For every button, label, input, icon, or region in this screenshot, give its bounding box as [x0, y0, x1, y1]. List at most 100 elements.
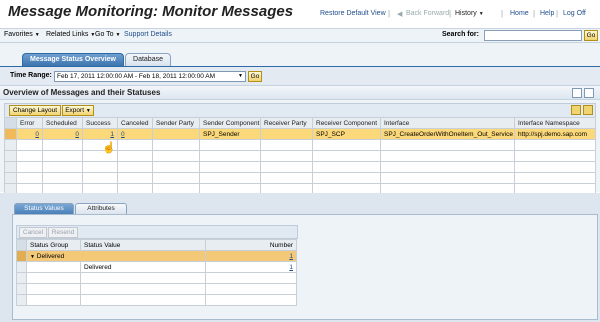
log-off-link[interactable]: Log Off: [563, 10, 586, 17]
row-selector[interactable]: [16, 250, 27, 262]
row-selector[interactable]: [4, 139, 17, 151]
favorites-menu[interactable]: Favorites ▼: [4, 31, 40, 38]
change-layout-button[interactable]: Change Layout: [9, 105, 61, 116]
column-header-interface[interactable]: Interface: [380, 117, 515, 129]
back-forward-link: Back Forward: [406, 10, 450, 17]
canceled-count-link[interactable]: 0: [121, 131, 125, 138]
column-header-receiver-component[interactable]: Receiver Component: [312, 117, 381, 129]
column-header-sender-party[interactable]: Sender Party: [152, 117, 200, 129]
header-separator: |: [388, 9, 391, 18]
table-row[interactable]: ▼ Delivered 1: [16, 250, 297, 262]
select-all-icon[interactable]: [16, 239, 27, 251]
row-selector[interactable]: [16, 272, 27, 284]
status-values-table: Status Group Status Value Number ▼ Deliv…: [16, 239, 297, 306]
table-row: [4, 172, 596, 184]
back-icon[interactable]: ◀: [397, 10, 402, 18]
success-count-link[interactable]: 1: [110, 131, 114, 138]
related-links-label: Related Links: [46, 31, 89, 38]
sender-component-cell: SPJ_Sender: [199, 128, 261, 140]
chevron-down-icon: ▼: [478, 11, 484, 17]
list-view-icon[interactable]: [572, 88, 582, 98]
row-selector[interactable]: [16, 294, 27, 306]
time-range-value: Feb 17, 2011 12:00:00 AM - Feb 18, 2011 …: [57, 73, 216, 80]
table-header-row: Error Scheduled Success Canceled Sender …: [4, 117, 596, 129]
search-input[interactable]: [484, 30, 582, 41]
home-link[interactable]: Home: [510, 10, 529, 17]
header-separator: |: [501, 9, 504, 18]
table-row: [4, 161, 596, 173]
row-selector[interactable]: [4, 128, 17, 140]
column-header-canceled[interactable]: Canceled: [117, 117, 153, 129]
row-selector[interactable]: [4, 150, 17, 162]
time-range-go-button[interactable]: Go: [248, 71, 262, 82]
related-links-menu[interactable]: Related Links ▼: [46, 31, 95, 38]
table-row[interactable]: 0 0 1 0 SPJ_Sender SPJ_SCP SPJ_CreateOrd…: [4, 128, 596, 140]
column-header-error[interactable]: Error: [16, 117, 43, 129]
chevron-down-icon: ▼: [34, 32, 40, 38]
row-selector[interactable]: [4, 172, 17, 184]
receiver-component-cell: SPJ_SCP: [312, 128, 381, 140]
error-count-cell: 0: [16, 128, 43, 140]
settings-icon[interactable]: [583, 105, 593, 115]
overview-title: Overview of Messages and their Statuses: [3, 88, 161, 97]
number-link[interactable]: 1: [289, 264, 293, 271]
page-title: Message Monitoring: Monitor Messages: [8, 3, 294, 20]
time-range-select[interactable]: Feb 17, 2011 12:00:00 AM - Feb 18, 2011 …: [54, 71, 246, 82]
favorites-label: Favorites: [4, 31, 33, 38]
column-header-success[interactable]: Success: [82, 117, 118, 129]
help-link[interactable]: Help: [540, 10, 554, 17]
cancel-button[interactable]: Cancel: [19, 227, 47, 238]
chevron-down-icon: ▼: [115, 32, 121, 38]
table-row: [16, 272, 297, 284]
expand-triangle-icon[interactable]: ▼: [30, 254, 35, 260]
status-group-cell: ▼ Delivered: [26, 250, 206, 262]
restore-default-view-link[interactable]: Restore Default View: [320, 10, 386, 17]
error-count-link[interactable]: 0: [35, 131, 39, 138]
column-header-interface-namespace[interactable]: Interface Namespace: [514, 117, 596, 129]
tab-attributes[interactable]: Attributes: [75, 203, 127, 214]
interface-cell: SPJ_CreateOrderWithOneItem_Out_Service: [380, 128, 515, 140]
header-separator: |: [556, 9, 559, 18]
select-all-icon[interactable]: [4, 117, 17, 129]
table-row[interactable]: Delivered 1: [16, 261, 297, 273]
chevron-down-icon: ▼: [238, 73, 243, 79]
go-to-label: Go To: [95, 31, 114, 38]
header-separator: |: [449, 9, 452, 18]
column-header-sender-component[interactable]: Sender Component: [199, 117, 261, 129]
column-header-scheduled[interactable]: Scheduled: [42, 117, 83, 129]
support-details-link[interactable]: Support Details: [124, 31, 172, 38]
history-label: History: [455, 10, 477, 17]
success-count-cell: 1: [82, 128, 118, 140]
header-separator: |: [533, 9, 536, 18]
column-header-status-value[interactable]: Status Value: [80, 239, 206, 251]
table-header-row: Status Group Status Value Number: [16, 239, 297, 251]
row-selector[interactable]: [16, 261, 27, 273]
export-button[interactable]: Export ▼: [62, 105, 94, 116]
tab-status-values[interactable]: Status Values: [14, 203, 74, 214]
tab-message-status-overview[interactable]: Message Status Overview: [22, 53, 124, 66]
status-value-cell: Delivered: [80, 261, 206, 273]
number-cell: 1: [205, 261, 297, 273]
interface-namespace-cell: http://spj.demo.sap.com: [514, 128, 596, 140]
sender-party-cell: [152, 128, 200, 140]
chevron-down-icon: ▼: [85, 108, 91, 114]
column-header-status-group[interactable]: Status Group: [26, 239, 81, 251]
print-icon[interactable]: [571, 105, 581, 115]
resend-button[interactable]: Resend: [48, 227, 78, 238]
go-to-menu[interactable]: Go To ▼: [95, 31, 120, 38]
search-go-button[interactable]: Go: [584, 30, 598, 41]
export-label: Export: [65, 107, 85, 114]
group-number-cell: 1: [205, 250, 297, 262]
history-menu[interactable]: History ▼: [455, 10, 484, 17]
scheduled-count-link[interactable]: 0: [75, 131, 79, 138]
hand-cursor-icon: ☝: [102, 142, 116, 154]
row-selector[interactable]: [4, 161, 17, 173]
minimize-icon[interactable]: [584, 88, 594, 98]
row-selector[interactable]: [16, 283, 27, 295]
column-header-number[interactable]: Number: [205, 239, 297, 251]
column-header-receiver-party[interactable]: Receiver Party: [260, 117, 313, 129]
tab-database[interactable]: Database: [125, 53, 171, 66]
table-row: [4, 139, 596, 151]
search-label: Search for:: [442, 31, 479, 38]
group-number-link[interactable]: 1: [289, 253, 293, 260]
